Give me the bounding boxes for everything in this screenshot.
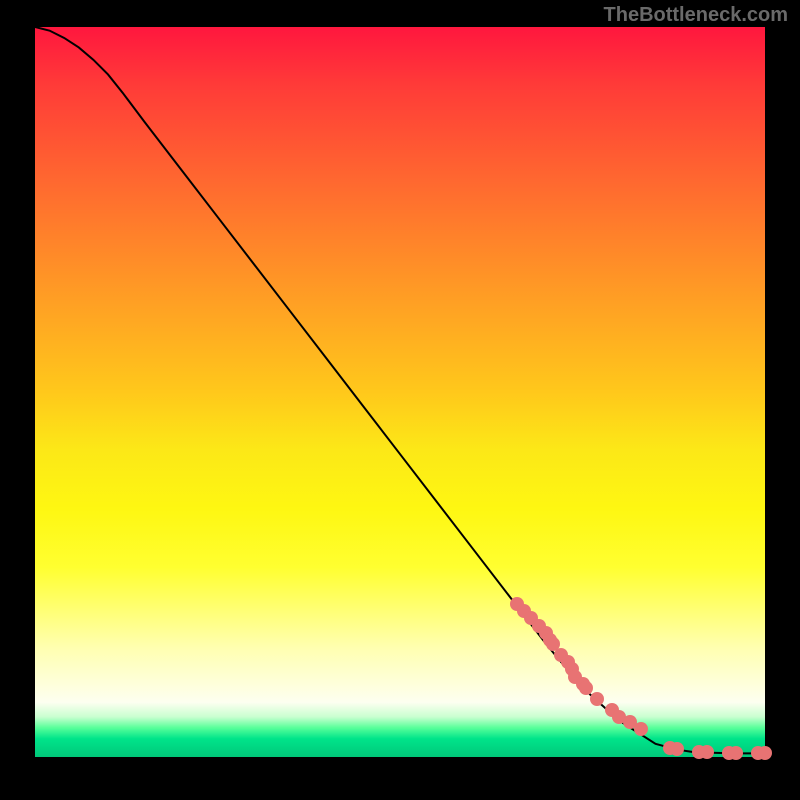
chart-container <box>35 27 765 757</box>
chart-gradient-background <box>35 27 765 757</box>
watermark-text: TheBottleneck.com <box>604 4 788 27</box>
